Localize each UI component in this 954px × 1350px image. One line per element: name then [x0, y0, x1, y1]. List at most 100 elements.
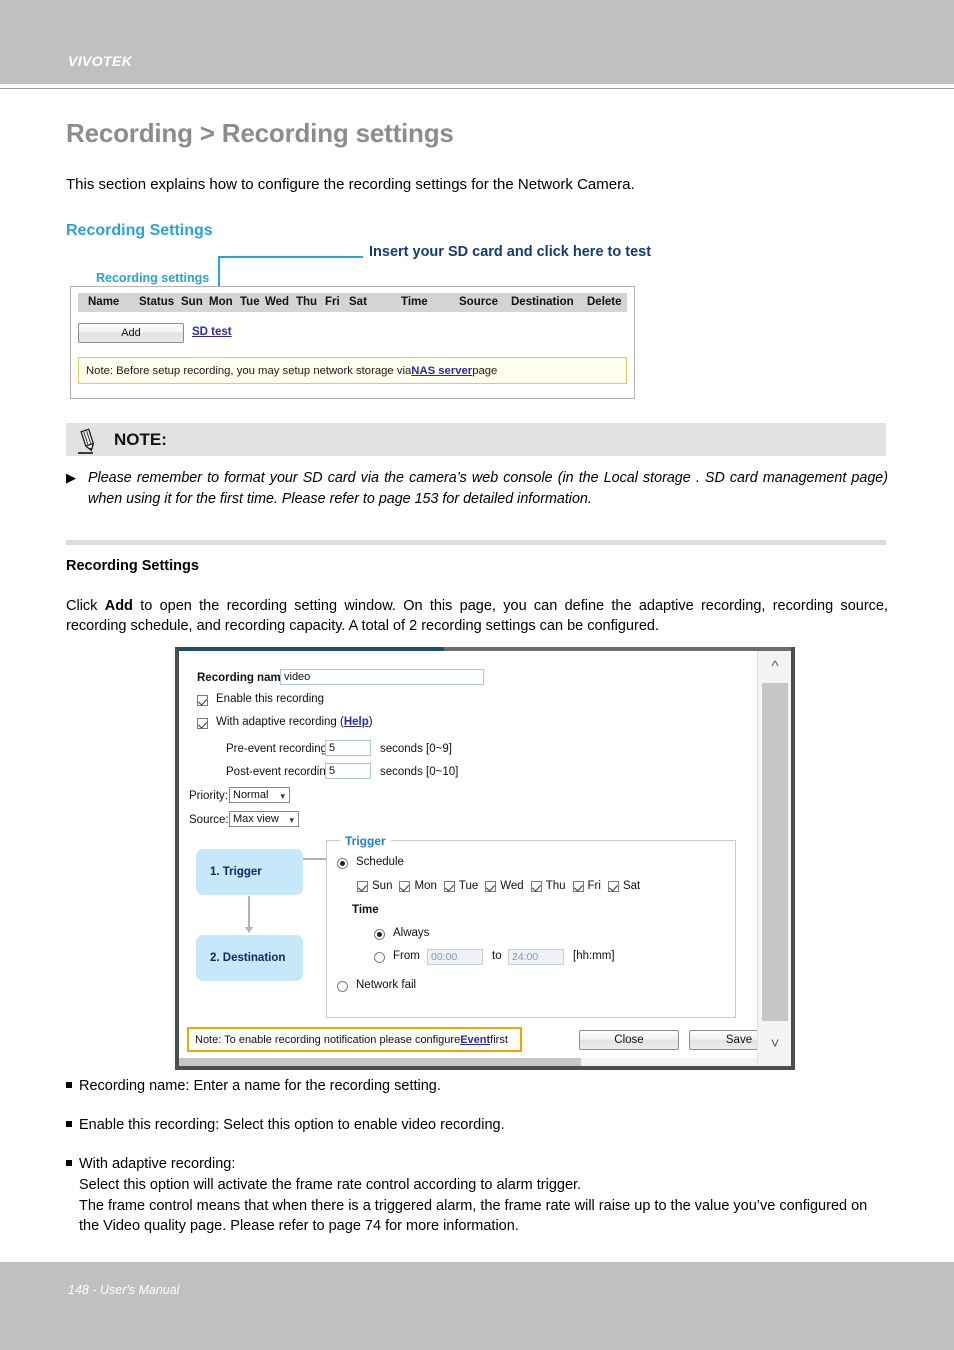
dialog-body: Recording name: video Enable this record… — [179, 651, 757, 1066]
weekday-wed[interactable]: Wed — [485, 880, 524, 892]
flow-step-destination[interactable]: 2. Destination — [196, 935, 303, 981]
weekday-fri-label: Fri — [587, 880, 601, 892]
list-item: With adaptive recording: Select this opt… — [66, 1154, 888, 1238]
nas-note-suffix: page — [472, 364, 498, 377]
schedule-radio[interactable] — [337, 858, 348, 869]
weekday-tue-label: Tue — [458, 880, 479, 892]
column-header-source: Source — [459, 296, 498, 308]
adaptive-recording-label: With adaptive recording (Help) — [216, 716, 373, 728]
adaptive-label-prefix: With adaptive recording ( — [216, 716, 344, 728]
sd-test-link[interactable]: SD test — [192, 326, 232, 338]
paragraph-bold-add: Add — [104, 598, 133, 614]
weekday-fri[interactable]: Fri — [572, 880, 601, 892]
body-paragraph: Click Add to open the recording setting … — [66, 596, 888, 637]
post-event-unit-label: seconds [0~10] — [380, 766, 459, 778]
weekday-fri-checkbox[interactable] — [572, 880, 584, 892]
bullet-text: With adaptive recording: — [79, 1155, 236, 1172]
weekday-mon[interactable]: Mon — [399, 880, 437, 892]
weekday-sun-checkbox[interactable] — [357, 880, 368, 892]
chevron-down-icon: ▾ — [280, 791, 285, 801]
note-bottom-divider — [66, 540, 886, 545]
nas-note-prefix: Note: Before setup recording, you may se… — [86, 364, 412, 377]
scroll-down-icon[interactable]: ˅ — [758, 1028, 792, 1058]
dialog-vertical-scrollbar-thumb[interactable] — [762, 683, 788, 1021]
weekday-mon-checkbox[interactable] — [399, 880, 411, 892]
column-header-fri: Fri — [325, 296, 340, 308]
from-radio[interactable] — [374, 952, 385, 963]
page-footer: 148 - User's Manual — [0, 1262, 954, 1350]
header-divider — [0, 88, 954, 89]
add-button[interactable]: Add — [78, 323, 184, 343]
always-label: Always — [393, 927, 430, 939]
weekday-sun[interactable]: Sun — [357, 880, 392, 892]
recording-setting-dialog: Recording name: video Enable this record… — [175, 647, 795, 1070]
dialog-horizontal-scrollbar-thumb[interactable] — [179, 1058, 581, 1066]
recording-name-input[interactable]: video — [280, 669, 484, 685]
weekday-tue[interactable]: Tue — [443, 880, 479, 892]
recording-name-label: Recording name: — [197, 672, 291, 684]
weekday-sun-label: Sun — [372, 880, 393, 892]
event-link[interactable]: Event — [460, 1034, 490, 1046]
save-button[interactable]: Save — [689, 1030, 757, 1050]
column-header-time: Time — [401, 296, 428, 308]
dialog-note-prefix: Note: To enable recording notification p… — [195, 1033, 461, 1046]
column-header-delete: Delete — [587, 296, 622, 308]
vivotek-logo: VIVOTEK — [68, 53, 133, 69]
always-radio[interactable] — [374, 929, 385, 940]
column-header-wed: Wed — [265, 296, 290, 308]
weekday-sat[interactable]: Sat — [607, 880, 640, 892]
bullet-square-icon — [66, 1159, 72, 1166]
schedule-label: Schedule — [356, 856, 404, 868]
post-event-input[interactable]: 5 — [325, 763, 371, 779]
from-time-input[interactable]: 00:00 — [427, 949, 483, 965]
weekday-sat-checkbox[interactable] — [607, 880, 619, 892]
weekday-thu-checkbox[interactable] — [530, 880, 542, 892]
source-select[interactable]: Max view ▾ — [229, 811, 299, 827]
adaptive-label-suffix: ) — [368, 716, 373, 728]
dialog-note-suffix: first — [490, 1033, 508, 1046]
flow-step-trigger[interactable]: 1. Trigger — [196, 849, 303, 895]
column-header-status: Status — [139, 296, 175, 308]
bullet-text: Enable this recording: Select this optio… — [79, 1116, 505, 1133]
to-label: to — [492, 950, 502, 962]
weekday-wed-label: Wed — [500, 880, 524, 892]
dialog-horizontal-scrollbar[interactable] — [179, 1058, 757, 1066]
dialog-vertical-scrollbar[interactable]: ^ ˅ — [757, 651, 791, 1066]
weekday-thu-label: Thu — [545, 880, 566, 892]
network-fail-radio[interactable] — [337, 981, 348, 992]
nas-server-link[interactable]: NAS server — [411, 365, 472, 377]
adaptive-recording-checkbox[interactable] — [197, 718, 208, 729]
flow-arrow-icon — [245, 896, 253, 933]
note-header-bar — [66, 423, 886, 456]
column-header-sat: Sat — [349, 296, 367, 308]
weekday-thu[interactable]: Thu — [530, 880, 566, 892]
enable-recording-checkbox[interactable] — [197, 695, 208, 706]
close-button[interactable]: Close — [579, 1030, 679, 1050]
nas-server-note: Note: Before setup recording, you may se… — [78, 357, 627, 384]
bullet-square-icon — [66, 1082, 72, 1088]
pre-event-unit-label: seconds [0~9] — [380, 743, 452, 755]
page-title: Recording > Recording settings — [66, 118, 454, 148]
intro-paragraph: This section explains how to configure t… — [66, 176, 635, 193]
footer-page-label: 148 - User's Manual — [68, 1283, 180, 1297]
pre-event-input[interactable]: 5 — [325, 740, 371, 756]
scroll-up-icon[interactable]: ^ — [758, 651, 792, 681]
list-item: Recording name: Enter a name for the rec… — [66, 1076, 888, 1097]
source-label: Source: — [189, 814, 229, 826]
column-header-thu: Thu — [296, 296, 318, 308]
paragraph-part-2: to open the recording setting window. On… — [66, 598, 888, 635]
brand-header-bar: VIVOTEK — [0, 0, 954, 84]
bullet-square-icon — [66, 1120, 72, 1127]
callout-leader-line-horizontal — [218, 256, 363, 258]
paragraph-part-1: Click — [66, 598, 105, 614]
weekday-wed-checkbox[interactable] — [485, 880, 497, 892]
adaptive-help-link[interactable]: Help — [344, 716, 369, 728]
pre-event-label: Pre-event recording: — [226, 743, 331, 755]
recording-settings-legend: Recording settings — [90, 271, 216, 285]
bullet-list: Recording name: Enter a name for the rec… — [66, 1076, 888, 1255]
from-label: From — [393, 950, 420, 962]
weekday-tue-checkbox[interactable] — [443, 880, 455, 892]
priority-select[interactable]: Normal ▾ — [229, 787, 290, 803]
network-fail-label: Network fail — [356, 979, 417, 991]
to-time-input[interactable]: 24:00 — [508, 949, 564, 965]
